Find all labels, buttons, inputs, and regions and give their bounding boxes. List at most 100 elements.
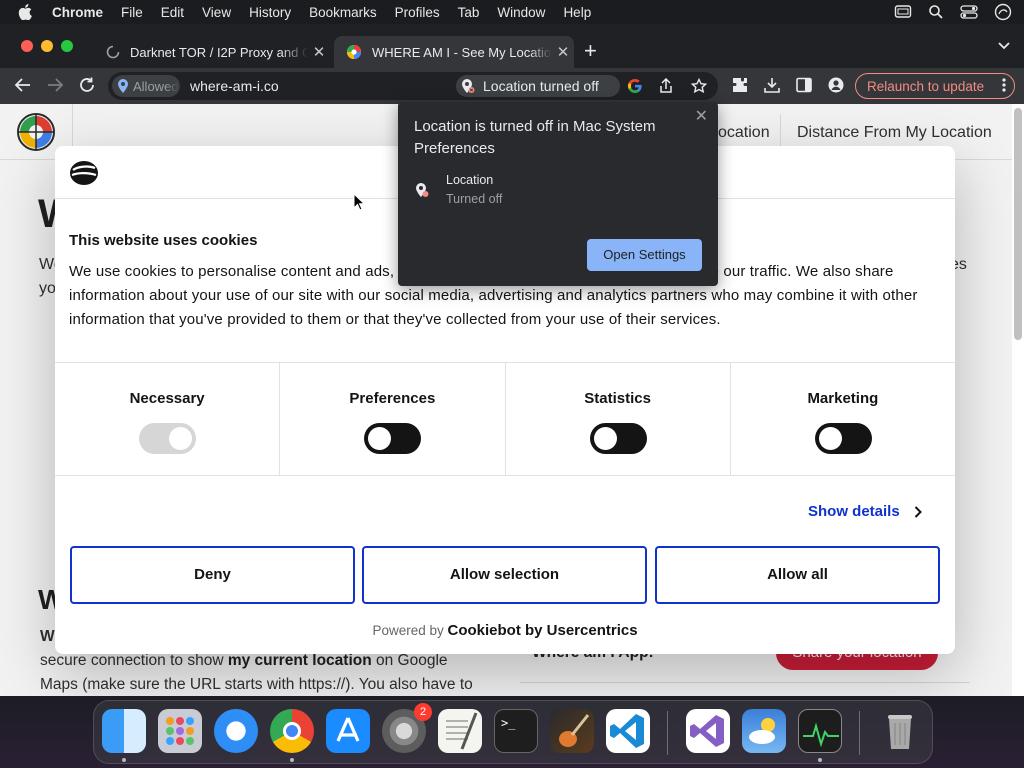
mouse-cursor-icon: [353, 193, 365, 211]
menu-view[interactable]: View: [202, 5, 231, 20]
vscode-app-icon[interactable]: [606, 709, 650, 753]
screen-mirroring-icon[interactable]: [894, 4, 912, 20]
popup-title: Location is turned off in Mac System Pre…: [414, 118, 656, 157]
location-chip-label: Location turned off: [483, 78, 599, 94]
new-tab-button[interactable]: +: [584, 40, 597, 62]
app-store-a-icon: [336, 717, 360, 742]
menu-profiles[interactable]: Profiles: [395, 5, 440, 20]
menu-bookmarks[interactable]: Bookmarks: [309, 5, 377, 20]
tab-darknet-proxy[interactable]: Darknet TOR / I2P Proxy and Gateway ✕: [94, 36, 330, 68]
powered-by-footer: Powered by Cookiebot by Usercentrics: [372, 622, 638, 639]
close-tab-icon[interactable]: ✕: [552, 43, 574, 61]
category-necessary: Necessary: [55, 363, 281, 475]
vscode-logo-icon: [610, 714, 644, 748]
close-tab-icon[interactable]: ✕: [308, 43, 330, 61]
search-icon[interactable]: [928, 4, 944, 20]
location-permission-popup: ✕ Location is turned off in Mac System P…: [398, 102, 718, 286]
deny-button[interactable]: Deny: [70, 546, 355, 604]
address-bar[interactable]: Allowed where-am-i.co Location turned of…: [108, 72, 718, 100]
textedit-app-icon[interactable]: [438, 709, 482, 753]
menu-window[interactable]: Window: [497, 5, 545, 20]
location-pin-icon: [118, 79, 128, 93]
more-menu-icon[interactable]: [1002, 77, 1006, 93]
tab-title: WHERE AM I - See My Location on Map: [372, 44, 552, 60]
weather-app-icon[interactable]: [742, 709, 786, 753]
marketing-toggle[interactable]: [814, 423, 872, 454]
minimize-window-button[interactable]: [41, 40, 53, 52]
terminal-prompt-icon: >_: [501, 716, 516, 730]
bookmark-star-icon[interactable]: [691, 78, 707, 94]
relaunch-to-update-button[interactable]: Relaunch to update: [855, 73, 1015, 99]
show-details-link[interactable]: Show details: [808, 503, 922, 520]
permission-chip-label: Allowed: [133, 78, 179, 94]
safari-app-icon[interactable]: [214, 709, 258, 753]
menu-history[interactable]: History: [249, 5, 291, 20]
notification-badge: 2: [414, 703, 432, 721]
cookiebot-logo-icon: [70, 161, 98, 185]
terminal-app-icon[interactable]: >_: [494, 709, 538, 753]
activity-monitor-app-icon[interactable]: [798, 709, 842, 753]
activity-graph-icon: [803, 722, 839, 748]
reload-icon[interactable]: [78, 76, 96, 94]
system-preferences-app-icon[interactable]: 2: [382, 703, 432, 753]
share-icon[interactable]: [659, 78, 673, 94]
chrome-app-icon[interactable]: [270, 709, 314, 753]
dock: 2 >_: [93, 700, 933, 764]
cookiebot-brand-link[interactable]: Cookiebot by Usercentrics: [448, 622, 638, 639]
category-statistics: Statistics: [506, 363, 731, 475]
category-label: Statistics: [584, 390, 651, 407]
app-store-app-icon[interactable]: [326, 709, 370, 753]
relaunch-label: Relaunch to update: [867, 78, 985, 94]
menu-file[interactable]: File: [121, 5, 143, 20]
profile-avatar-icon[interactable]: [828, 77, 844, 93]
running-indicator: [818, 758, 822, 762]
menu-help[interactable]: Help: [563, 5, 591, 20]
tab-search-chevron-icon[interactable]: [998, 42, 1010, 50]
site-permission-chip[interactable]: Allowed: [112, 75, 180, 97]
running-indicator: [290, 758, 294, 762]
menu-chrome[interactable]: Chrome: [52, 5, 103, 20]
statistics-toggle[interactable]: [589, 423, 647, 454]
tab-where-am-i[interactable]: WHERE AM I - See My Location on Map ✕: [334, 36, 574, 68]
siri-icon[interactable]: [994, 3, 1012, 21]
cookie-dialog-title: This website uses cookies: [69, 232, 258, 249]
menu-bar: Chrome File Edit View History Bookmarks …: [0, 0, 1024, 24]
apple-icon[interactable]: [18, 4, 36, 20]
running-indicator: [122, 758, 126, 762]
browser-toolbar: Allowed where-am-i.co Location turned of…: [0, 68, 1024, 104]
page-scrollbar[interactable]: [1014, 108, 1022, 340]
category-label: Necessary: [129, 390, 205, 407]
side-panel-icon[interactable]: [796, 77, 812, 93]
chevron-right-icon: [914, 505, 922, 518]
control-center-icon[interactable]: [960, 4, 978, 20]
document-lines-icon: [446, 712, 478, 750]
google-lens-icon[interactable]: [627, 78, 643, 94]
allow-all-button[interactable]: Allow all: [655, 546, 940, 604]
visual-studio-app-icon[interactable]: [686, 709, 730, 753]
necessary-toggle: [139, 423, 197, 454]
open-settings-button[interactable]: Open Settings: [587, 239, 702, 271]
menu-edit[interactable]: Edit: [161, 5, 184, 20]
loading-spinner-icon: [106, 45, 120, 59]
category-label: Marketing: [807, 390, 879, 407]
close-icon[interactable]: ✕: [695, 106, 708, 126]
site-favicon-icon: [347, 45, 361, 59]
dock-separator: [859, 711, 860, 755]
finder-app-icon[interactable]: [102, 709, 146, 753]
garageband-app-icon[interactable]: [550, 709, 594, 753]
location-turned-off-chip[interactable]: Location turned off: [456, 75, 620, 97]
back-arrow-icon[interactable]: [14, 76, 32, 94]
extensions-puzzle-icon[interactable]: [732, 77, 748, 93]
menu-tab[interactable]: Tab: [458, 5, 480, 20]
close-window-button[interactable]: [21, 40, 33, 52]
download-icon[interactable]: [764, 77, 780, 93]
launchpad-app-icon[interactable]: [158, 709, 202, 753]
forward-arrow-icon[interactable]: [46, 76, 64, 94]
preferences-toggle[interactable]: [364, 423, 422, 454]
permission-item-label: Location: [446, 173, 494, 187]
allow-selection-button[interactable]: Allow selection: [362, 546, 647, 604]
url-text[interactable]: where-am-i.co: [190, 78, 279, 94]
dock-separator: [667, 711, 668, 755]
trash-icon[interactable]: [878, 709, 922, 753]
maximize-window-button[interactable]: [61, 40, 73, 52]
